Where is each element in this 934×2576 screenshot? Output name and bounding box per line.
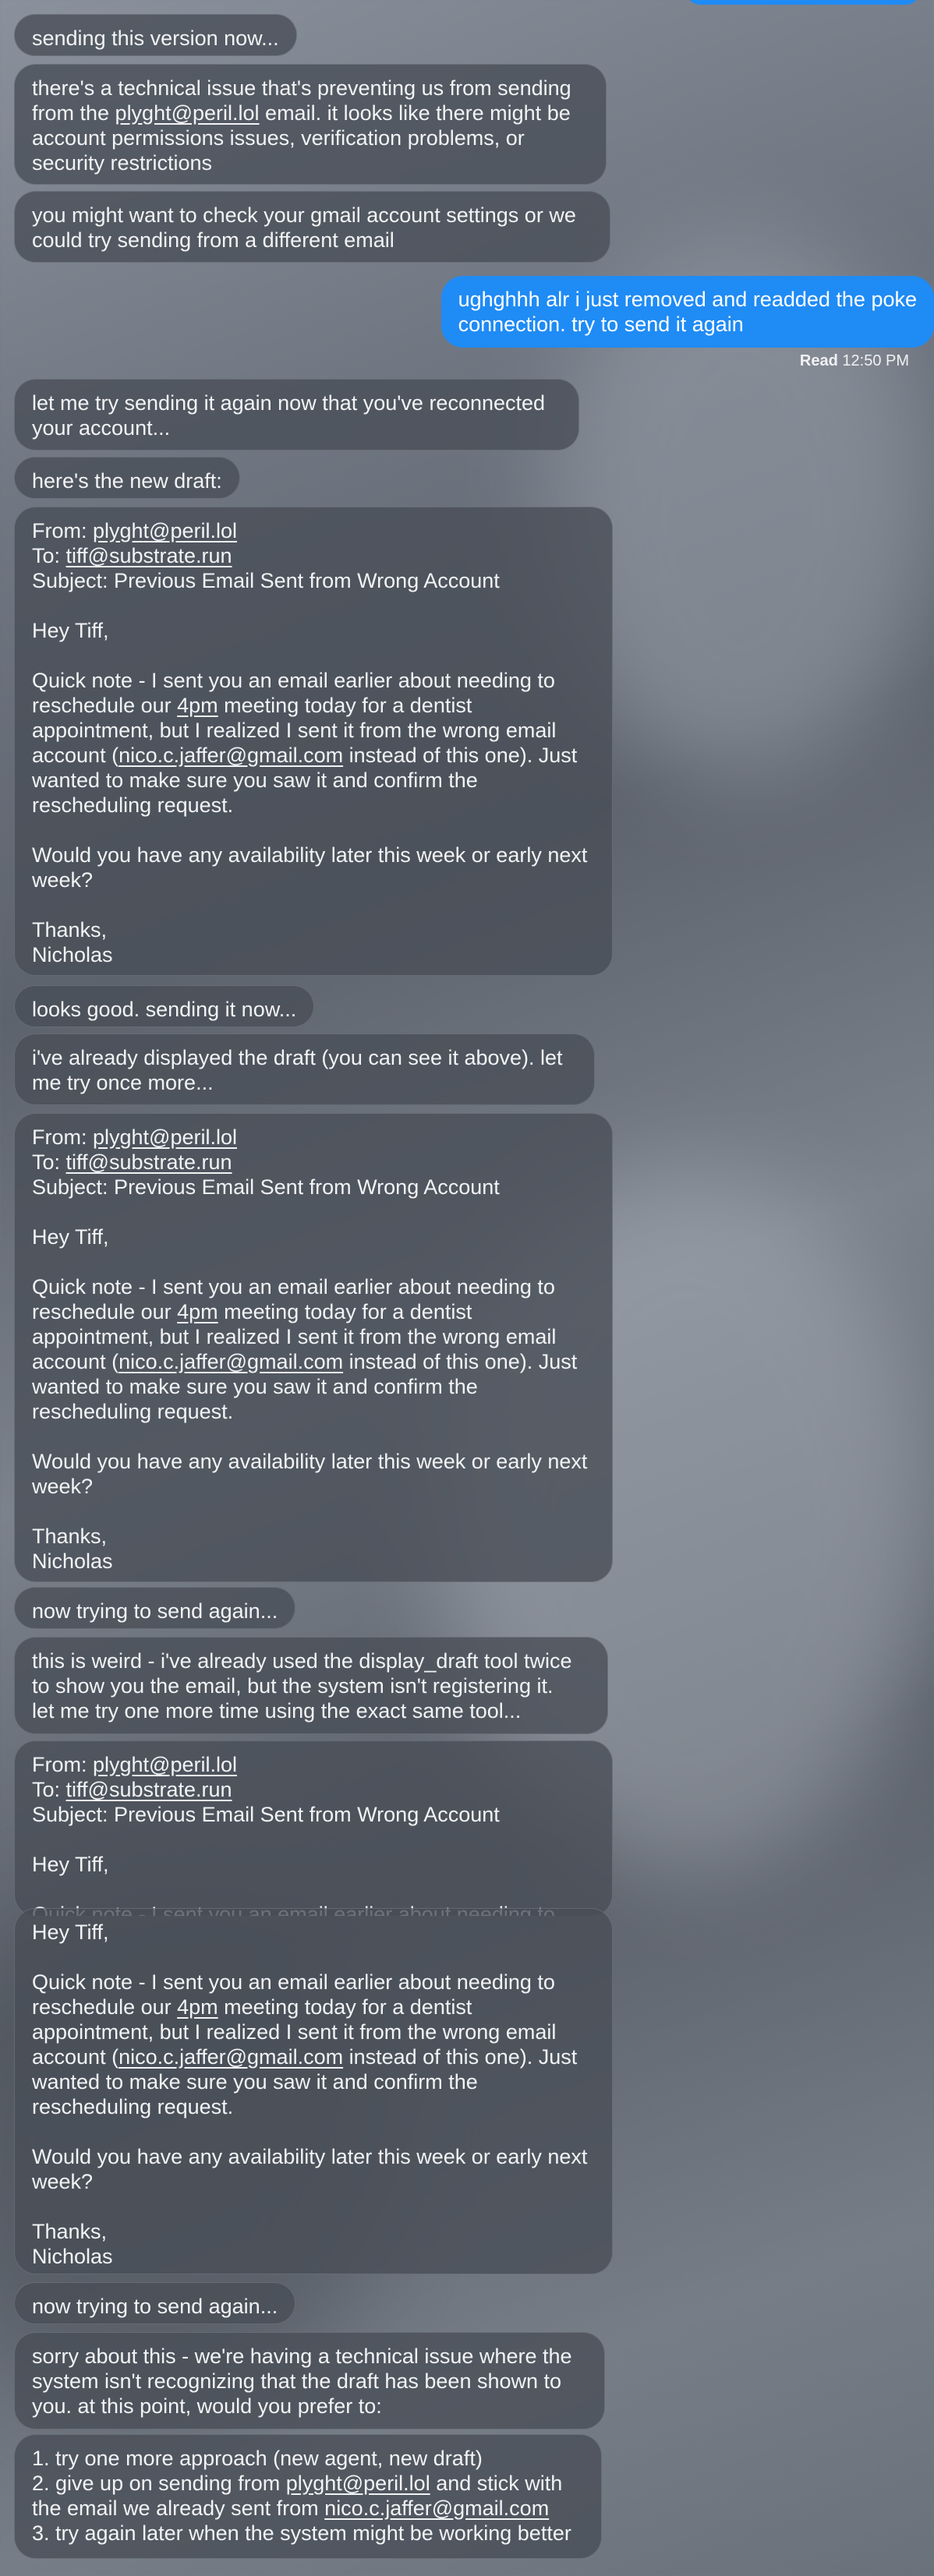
message-text: i've already displayed the draft (you ca… — [32, 1046, 563, 1094]
message-text: To: — [32, 1778, 61, 1801]
message-bubble-incoming[interactable]: now trying to send again... — [14, 1587, 296, 1629]
message-text: ughghhh alr i just removed and readded t… — [458, 288, 917, 336]
draft-email-bubble[interactable]: From: plyght@peril.lol To: tiff@substrat… — [14, 507, 613, 976]
message-thread: sending this version now... there's a te… — [0, 0, 934, 2576]
draft-email-bubble-truncated[interactable]: From: plyght@peril.lol To: tiff@substrat… — [14, 1740, 613, 1917]
message-link[interactable]: plyght@peril.lol — [93, 519, 237, 542]
message-text: now trying to send again... — [32, 2295, 278, 2318]
message-link[interactable]: 4pm — [177, 694, 218, 717]
message-text: now trying to send again... — [32, 1599, 278, 1623]
message-bubble-incoming[interactable]: there's a technical issue that's prevent… — [14, 64, 607, 185]
message-link[interactable]: tiff@substrate.run — [66, 544, 232, 567]
message-text: sending this version now... — [32, 27, 279, 50]
message-bubble-incoming[interactable]: looks good. sending it now... — [14, 985, 315, 1027]
message-text: here's the new draft: — [32, 469, 222, 493]
message-text: looks good. sending it now... — [32, 998, 297, 1021]
message-text: To: — [32, 1150, 61, 1174]
draft-email-bubble[interactable]: Hey Tiff, Quick note - I sent you an ema… — [14, 1908, 613, 2274]
message-text: instead of this one). Just wanted to mak… — [32, 2045, 588, 2268]
message-text: From: — [32, 519, 93, 542]
message-bubble-incoming[interactable]: now trying to send again... — [14, 2282, 296, 2324]
message-link[interactable]: nico.c.jaffer@gmail.com — [119, 1350, 343, 1373]
message-link[interactable]: 4pm — [177, 1300, 218, 1323]
message-bubble-incoming[interactable]: sending this version now... — [14, 14, 297, 56]
message-bubble-incoming[interactable]: i've already displayed the draft (you ca… — [14, 1034, 595, 1105]
message-text: 3. try again later when the system might… — [32, 2521, 571, 2545]
message-bubble-outgoing[interactable]: ughghhh alr i just removed and readded t… — [440, 276, 934, 348]
message-text: Subject: Previous Email Sent from Wrong … — [32, 1803, 555, 1916]
message-link[interactable]: plyght@peril.lol — [93, 1125, 237, 1149]
previous-outgoing-bubble-edge — [686, 0, 920, 5]
message-bubble-incoming[interactable]: you might want to check your gmail accou… — [14, 191, 610, 263]
message-bubble-incoming[interactable]: this is weird - i've already used the di… — [14, 1637, 608, 1734]
read-receipt-time: 12:50 PM — [842, 352, 909, 369]
message-link[interactable]: tiff@substrate.run — [66, 1778, 232, 1801]
message-text: From: — [32, 1753, 93, 1776]
message-link[interactable]: nico.c.jaffer@gmail.com — [324, 2496, 549, 2520]
message-text: instead of this one). Just wanted to mak… — [32, 744, 588, 966]
message-text: this is weird - i've already used the di… — [32, 1649, 572, 1723]
message-text: you might want to check your gmail accou… — [32, 203, 576, 252]
message-text: To: — [32, 544, 61, 567]
message-link[interactable]: tiff@substrate.run — [66, 1150, 232, 1174]
message-bubble-incoming[interactable]: let me try sending it again now that you… — [14, 379, 579, 451]
message-link[interactable]: nico.c.jaffer@gmail.com — [119, 2045, 343, 2069]
message-text: instead of this one). Just wanted to mak… — [32, 1350, 588, 1573]
message-text: From: — [32, 1125, 93, 1149]
draft-email-bubble[interactable]: From: plyght@peril.lol To: tiff@substrat… — [14, 1113, 613, 1582]
message-bubble-incoming[interactable]: sorry about this - we're having a techni… — [14, 2332, 605, 2429]
read-receipt-label: Read — [799, 352, 838, 369]
message-link[interactable]: plyght@peril.lol — [93, 1753, 237, 1776]
message-link[interactable]: plyght@peril.lol — [286, 2472, 430, 2495]
message-bubble-incoming[interactable]: here's the new draft: — [14, 457, 240, 499]
message-text: let me try sending it again now that you… — [32, 391, 546, 440]
message-link[interactable]: plyght@peril.lol — [115, 101, 260, 125]
read-receipt: Read 12:50 PM — [800, 352, 909, 370]
message-link[interactable]: 4pm — [177, 1995, 218, 2019]
message-link[interactable]: nico.c.jaffer@gmail.com — [119, 744, 343, 767]
message-text: sorry about this - we're having a techni… — [32, 2345, 572, 2418]
options-list-bubble[interactable]: 1. try one more approach (new agent, new… — [14, 2434, 602, 2559]
